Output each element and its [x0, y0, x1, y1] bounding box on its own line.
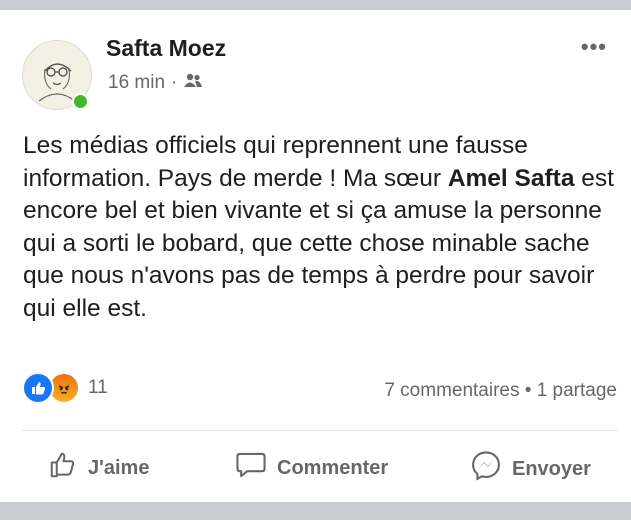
post-time[interactable]: 16 min	[108, 72, 165, 94]
author-name[interactable]: Safta Moez	[106, 35, 226, 62]
comment-label: Commenter	[277, 456, 389, 479]
send-button[interactable]: Envoyer	[470, 450, 591, 488]
post-stats[interactable]: 7 commentaires • 1 partage	[384, 380, 617, 402]
like-icon	[22, 372, 54, 404]
like-label: J'aime	[88, 456, 150, 479]
comment-icon	[235, 450, 267, 486]
post-card: Safta Moez 16 min · ••• Les médias offic…	[0, 10, 631, 502]
online-status-dot	[72, 93, 89, 110]
reactions-summary[interactable]: 11	[22, 372, 108, 404]
post-meta: 16 min ·	[108, 72, 203, 94]
messenger-icon	[470, 450, 502, 488]
divider	[22, 430, 617, 431]
post-text-bold[interactable]: Amel Safta	[448, 165, 575, 192]
meta-separator: ·	[171, 72, 178, 93]
reaction-count: 11	[88, 377, 108, 398]
comment-button[interactable]: Commenter	[235, 450, 388, 486]
post-body: Les médias officiels qui reprennent une …	[23, 130, 623, 325]
like-button[interactable]: J'aime	[48, 450, 149, 486]
thumbs-up-icon	[48, 450, 78, 486]
send-label: Envoyer	[512, 457, 591, 480]
more-options-icon[interactable]: •••	[581, 34, 607, 60]
friends-audience-icon[interactable]	[183, 72, 203, 94]
